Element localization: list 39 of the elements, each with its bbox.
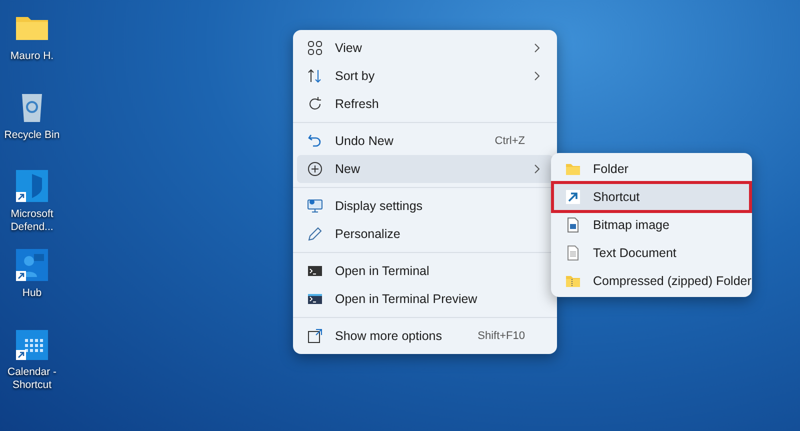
refresh-icon bbox=[307, 96, 323, 112]
expand-icon bbox=[307, 328, 323, 344]
monitor-icon bbox=[307, 198, 323, 214]
menu-item[interactable]: Personalize bbox=[297, 220, 553, 248]
menu-item[interactable]: New bbox=[297, 155, 553, 183]
menu-item[interactable]: Open in Terminal bbox=[297, 257, 553, 285]
desktop-icon-label: Microsoft Defend... bbox=[10, 208, 54, 234]
chevron-icon bbox=[533, 164, 541, 174]
menu-item[interactable]: Bitmap image bbox=[553, 211, 750, 239]
plus-circle-icon bbox=[307, 161, 323, 177]
menu-item[interactable]: Undo New Ctrl+Z bbox=[297, 127, 553, 155]
desktop-icon-label: Recycle Bin bbox=[3, 129, 61, 142]
text-file-icon bbox=[565, 245, 581, 261]
sort-icon bbox=[307, 68, 323, 84]
shield-icon[interactable] bbox=[14, 168, 50, 204]
grid-icon bbox=[307, 40, 323, 56]
image-file-icon bbox=[565, 217, 581, 233]
menu-item[interactable]: Display settings bbox=[297, 192, 553, 220]
desktop-icon-label: Mauro H. bbox=[9, 50, 55, 63]
menu-item[interactable]: Sort by bbox=[297, 62, 553, 90]
chevron-icon bbox=[533, 43, 541, 53]
folder-icon bbox=[565, 161, 581, 177]
menu-item[interactable]: Compressed (zipped) Folder bbox=[553, 267, 750, 295]
terminal-icon bbox=[307, 291, 323, 307]
undo-icon bbox=[307, 133, 323, 149]
chevron-icon bbox=[533, 71, 541, 81]
terminal-icon bbox=[307, 263, 323, 279]
zip-folder-icon bbox=[565, 273, 581, 289]
menu-item[interactable]: Text Document bbox=[553, 239, 750, 267]
desktop-icon-label: Hub bbox=[21, 287, 43, 300]
pen-icon bbox=[307, 226, 323, 242]
menu-item[interactable]: Open in Terminal Preview bbox=[297, 285, 553, 313]
menu-item[interactable]: Shortcut bbox=[553, 183, 750, 211]
menu-item[interactable]: Show more options Shift+F10 bbox=[297, 322, 553, 350]
menu-item[interactable]: Refresh bbox=[297, 90, 553, 118]
desktop-icon-label: Calendar - Shortcut bbox=[6, 366, 58, 392]
menu-item[interactable]: Folder bbox=[553, 155, 750, 183]
person-chat-icon[interactable] bbox=[14, 247, 50, 283]
menu-item[interactable]: View bbox=[297, 34, 553, 62]
